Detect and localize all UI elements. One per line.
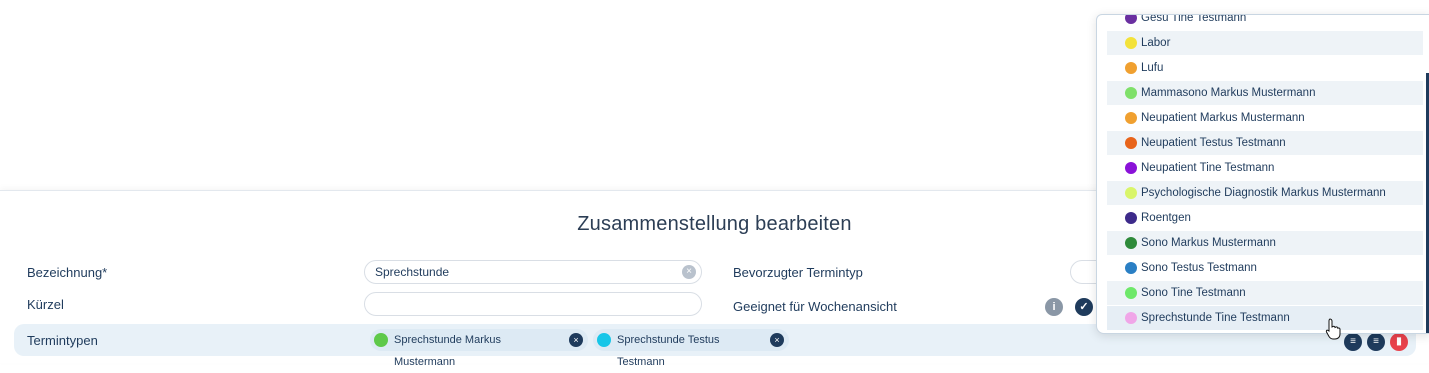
color-dot-icon: [597, 333, 611, 347]
option-label: Psychologische Diagnostik Markus Musterm…: [1141, 187, 1386, 199]
option-label: Gesu Tine Testmann: [1141, 14, 1247, 24]
color-dot-icon: [1125, 312, 1137, 324]
dropdown-option[interactable]: Neupatient Tine Testmann: [1107, 156, 1423, 180]
color-dot-icon: [1125, 287, 1137, 299]
option-label: Sono Markus Mustermann: [1141, 237, 1276, 249]
dropdown-option[interactable]: Lufu: [1107, 56, 1423, 80]
remove-chip-icon[interactable]: ×: [770, 333, 784, 347]
option-label: Lufu: [1141, 62, 1164, 74]
info-icon[interactable]: i: [1045, 298, 1063, 316]
color-dot-icon: [1125, 112, 1137, 124]
color-dot-icon: [1125, 37, 1137, 49]
dropdown-option[interactable]: Roentgen: [1107, 206, 1423, 230]
list-icon[interactable]: ≡: [1344, 333, 1362, 351]
color-dot-icon: [1125, 162, 1137, 174]
option-label: Mammasono Markus Mustermann: [1141, 87, 1316, 99]
option-label: Roentgen: [1141, 212, 1191, 224]
option-label: Sono Testus Testmann: [1141, 262, 1257, 274]
bezeichnung-input[interactable]: Sprechstunde: [364, 260, 702, 284]
dropdown-option[interactable]: Labor: [1107, 31, 1423, 55]
color-dot-icon: [1125, 137, 1137, 149]
color-dot-icon: [1125, 237, 1137, 249]
dropdown-option[interactable]: Psychologische Diagnostik Markus Musterm…: [1107, 181, 1423, 205]
trash-icon[interactable]: ▮: [1390, 333, 1408, 351]
dropdown-option[interactable]: Sono Tine Testmann: [1107, 281, 1423, 305]
kuerzel-input[interactable]: [364, 292, 702, 316]
dropdown-option[interactable]: Mammasono Markus Mustermann: [1107, 81, 1423, 105]
color-dot-icon: [1125, 262, 1137, 274]
dropdown-option[interactable]: Gesu Tine Testmann: [1107, 14, 1423, 30]
dropdown-option[interactable]: Sono Markus Mustermann: [1107, 231, 1423, 255]
remove-chip-icon[interactable]: ×: [569, 333, 583, 347]
bezeichnung-value: Sprechstunde: [375, 265, 450, 279]
bezeichnung-label: Bezeichnung*: [27, 265, 108, 280]
color-dot-icon: [1125, 62, 1137, 74]
termintyp-chip: Sprechstunde Testus Testmann ×: [593, 329, 789, 368]
bevorzugter-termintyp-label: Bevorzugter Termintyp: [733, 265, 863, 280]
playlist-add-icon[interactable]: ≡: [1367, 333, 1385, 351]
dropdown-option[interactable]: Neupatient Testus Testmann: [1107, 131, 1423, 155]
option-label: Sono Tine Testmann: [1141, 287, 1246, 299]
kuerzel-label: Kürzel: [27, 297, 64, 312]
color-dot-icon: [1125, 15, 1137, 24]
chip-label: Sprechstunde Testus Testmann: [617, 334, 720, 368]
wochenansicht-checkbox[interactable]: ✓: [1075, 298, 1093, 316]
termintypen-label: Termintypen: [27, 333, 98, 348]
dropdown-option[interactable]: Neupatient Markus Mustermann: [1107, 106, 1423, 130]
option-label: Sprechstunde Tine Testmann: [1141, 312, 1290, 324]
color-dot-icon: [1125, 187, 1137, 199]
hand-cursor-icon: [1325, 318, 1341, 340]
termintyp-chip: Sprechstunde Markus Mustermann ×: [370, 329, 588, 368]
chip-label: Sprechstunde Markus Mustermann: [394, 334, 501, 368]
option-label: Neupatient Testus Testmann: [1141, 137, 1286, 149]
wochenansicht-label: Geeignet für Wochenansicht: [733, 299, 897, 314]
option-label: Neupatient Tine Testmann: [1141, 162, 1275, 174]
dropdown-option[interactable]: Sono Testus Testmann: [1107, 256, 1423, 280]
color-dot-icon: [374, 333, 388, 347]
clear-icon[interactable]: ×: [682, 265, 696, 279]
color-dot-icon: [1125, 212, 1137, 224]
termintyp-dropdown[interactable]: Gesu Tine Testmann Labor Lufu Mammasono …: [1096, 14, 1429, 334]
option-label: Labor: [1141, 37, 1171, 49]
color-dot-icon: [1125, 87, 1137, 99]
option-label: Neupatient Markus Mustermann: [1141, 112, 1305, 124]
dropdown-option-hovered[interactable]: Sprechstunde Tine Testmann: [1107, 306, 1423, 330]
